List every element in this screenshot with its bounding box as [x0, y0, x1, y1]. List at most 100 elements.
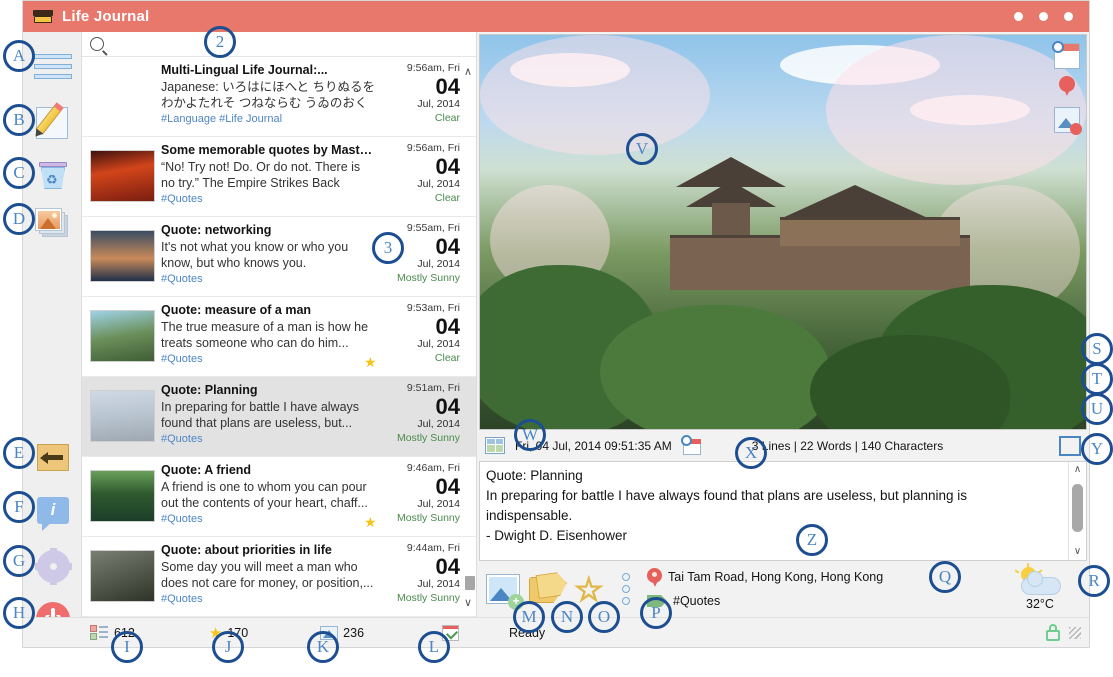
entry-tags[interactable]: #Quotes — [161, 433, 376, 445]
annotation-marker-m: M — [513, 601, 545, 633]
entry-tags[interactable]: #Quotes — [161, 593, 376, 605]
attach-more-button[interactable] — [615, 569, 637, 609]
annotation-marker-n: N — [551, 601, 583, 633]
entry-day: 04 — [435, 74, 460, 99]
entry-list-item[interactable]: Quote: Planning In preparing for battle I… — [82, 377, 476, 457]
photos-stack-icon — [35, 208, 69, 238]
annotation-marker-3: 3 — [372, 232, 404, 264]
search-bar[interactable] — [82, 32, 476, 57]
table-icon[interactable] — [485, 437, 505, 454]
editor-line: - Dwight D. Eisenhower — [486, 528, 628, 543]
entry-photo[interactable] — [479, 34, 1087, 430]
entry-list-scrollbar[interactable] — [464, 56, 475, 617]
recycle-bin-icon: ♻ — [39, 162, 67, 189]
entry-date-block: 9:46am, Fri 04 Jul, 2014 Mostly Sunny ★ — [364, 462, 472, 532]
entry-day: 04 — [435, 154, 460, 179]
entry-day: 04 — [435, 394, 460, 419]
photo-tool-calendar[interactable] — [1052, 41, 1080, 69]
photo-tool-image[interactable] — [1054, 107, 1082, 135]
annotation-marker-h: H — [3, 597, 35, 629]
scroll-down-icon[interactable]: ∨ — [1069, 544, 1086, 560]
entry-favorite-star[interactable]: ★ — [364, 514, 377, 531]
annotation-marker-j: J — [212, 631, 244, 663]
resize-grip-icon[interactable] — [1069, 626, 1081, 639]
entry-list-item[interactable]: Quote: measure of a man The true measure … — [82, 297, 476, 377]
window-title: Life Journal — [62, 8, 150, 25]
entry-weather: Mostly Sunny — [396, 592, 460, 604]
entry-tags[interactable]: #Quotes — [161, 193, 376, 205]
gear-icon — [35, 548, 72, 585]
entry-title: Quote: Planning — [161, 383, 258, 397]
map-pin-icon — [647, 567, 662, 587]
calendar-clock-icon[interactable] — [680, 435, 702, 455]
attach-photo-button[interactable]: + — [483, 569, 524, 610]
sidebar-item-settings[interactable] — [32, 546, 74, 588]
entry-weather: Mostly Sunny — [396, 432, 460, 444]
entry-list-item[interactable]: Quote: about priorities in life Some day … — [82, 537, 476, 617]
tag-text: #Quotes — [673, 594, 721, 608]
editor-scroll-thumb[interactable] — [1072, 484, 1083, 532]
temperature: 32°C — [1026, 597, 1054, 611]
entry-list-item[interactable]: Some memorable quotes by Master... “No! T… — [82, 137, 476, 217]
window-controls[interactable] — [1014, 12, 1079, 21]
entry-list-item[interactable]: Multi-Lingual Life Journal:... Japanese: … — [82, 57, 476, 137]
window-maximize-dot[interactable] — [1039, 12, 1048, 21]
entry-weather: Clear — [434, 192, 460, 204]
scroll-up-icon[interactable]: ∧ — [1069, 462, 1086, 478]
entry-thumbnail — [90, 470, 155, 522]
entry-snippet: Japanese: いろはにほへと ちりぬるを わかよたれそ つねならむ うゐの… — [161, 80, 376, 110]
weather-widget[interactable]: 32°C — [997, 563, 1083, 611]
annotation-marker-w: W — [514, 419, 546, 451]
annotation-marker-u: U — [1081, 393, 1113, 425]
back-arrow-icon — [37, 444, 69, 471]
entry-weather: Mostly Sunny — [396, 512, 460, 524]
entry-list[interactable]: Multi-Lingual Life Journal:... Japanese: … — [82, 57, 476, 617]
entry-summary: Multi-Lingual Life Journal:... Japanese: … — [161, 62, 382, 132]
lock-icon[interactable] — [1046, 624, 1060, 641]
sidebar-item-new-entry[interactable] — [32, 102, 74, 145]
entries-icon — [90, 624, 108, 641]
entry-snippet: In preparing for battle I have always fo… — [161, 400, 360, 430]
entry-tags[interactable]: #Quotes — [161, 273, 376, 285]
annotation-marker-a: A — [3, 40, 35, 72]
search-input[interactable] — [110, 36, 468, 52]
main-content: ♻ i Multi-Lingual Life Journal:... Japan… — [23, 32, 1089, 636]
entry-title: Some memorable quotes by Master... — [161, 143, 376, 157]
entry-detail-pane: Fri, 04 Jul, 2014 09:51:35 AM 3 Lines | … — [477, 32, 1089, 617]
images-count: 236 — [343, 625, 365, 640]
editor-scrollbar[interactable]: ∧ ∨ — [1068, 462, 1086, 560]
entry-list-scroll-thumb[interactable] — [465, 576, 475, 590]
window-close-dot[interactable] — [1064, 12, 1073, 21]
window-minimize-dot[interactable] — [1014, 12, 1023, 21]
sidebar-item-back[interactable] — [32, 438, 74, 480]
entry-tags[interactable]: #Quotes — [161, 513, 376, 525]
photo-tool-location[interactable] — [1054, 75, 1080, 101]
entry-day: 04 — [435, 554, 460, 579]
entry-summary: Quote: networking It's not what you know … — [161, 222, 382, 292]
sidebar-item-info[interactable]: i — [32, 492, 74, 534]
entry-thumbnail — [90, 230, 155, 282]
tags-icon-second — [535, 571, 568, 599]
info-balloon-icon: i — [37, 497, 69, 531]
entry-tags[interactable]: #Language #Life Journal — [161, 113, 376, 125]
entry-snippet: It's not what you know or who you know, … — [161, 240, 349, 270]
sidebar-item-list[interactable] — [32, 43, 74, 85]
entry-date-block: 9:44am, Fri 04 Jul, 2014 Mostly Sunny ∨ — [382, 542, 472, 612]
entry-summary: Quote: measure of a man The true measure … — [161, 302, 382, 372]
expand-icon[interactable] — [1059, 435, 1081, 456]
entry-title: Quote: measure of a man — [161, 303, 312, 317]
annotation-marker-v: V — [626, 133, 658, 165]
sidebar-item-trash[interactable]: ♻ — [32, 157, 74, 199]
annotation-marker-y: Y — [1081, 433, 1113, 465]
sidebar-item-photos[interactable] — [32, 204, 74, 246]
entry-favorite-star[interactable]: ★ — [364, 354, 377, 371]
entry-text-editor[interactable]: Quote: Planning In preparing for battle … — [479, 461, 1087, 561]
annotation-marker-z: Z — [796, 524, 828, 556]
entry-tags[interactable]: #Quotes — [161, 353, 376, 365]
entry-list-item[interactable]: Quote: networking It's not what you know … — [82, 217, 476, 297]
entry-snippet: “No! Try not! Do. Or do not. There is no… — [161, 160, 361, 190]
location-text: Tai Tam Road, Hong Kong, Hong Kong — [668, 570, 884, 584]
sun-cloud-icon — [997, 563, 1083, 597]
entry-list-item[interactable]: Quote: A friend A friend is one to whom y… — [82, 457, 476, 537]
entry-snippet: Some day you will meet a man who does no… — [161, 560, 374, 590]
